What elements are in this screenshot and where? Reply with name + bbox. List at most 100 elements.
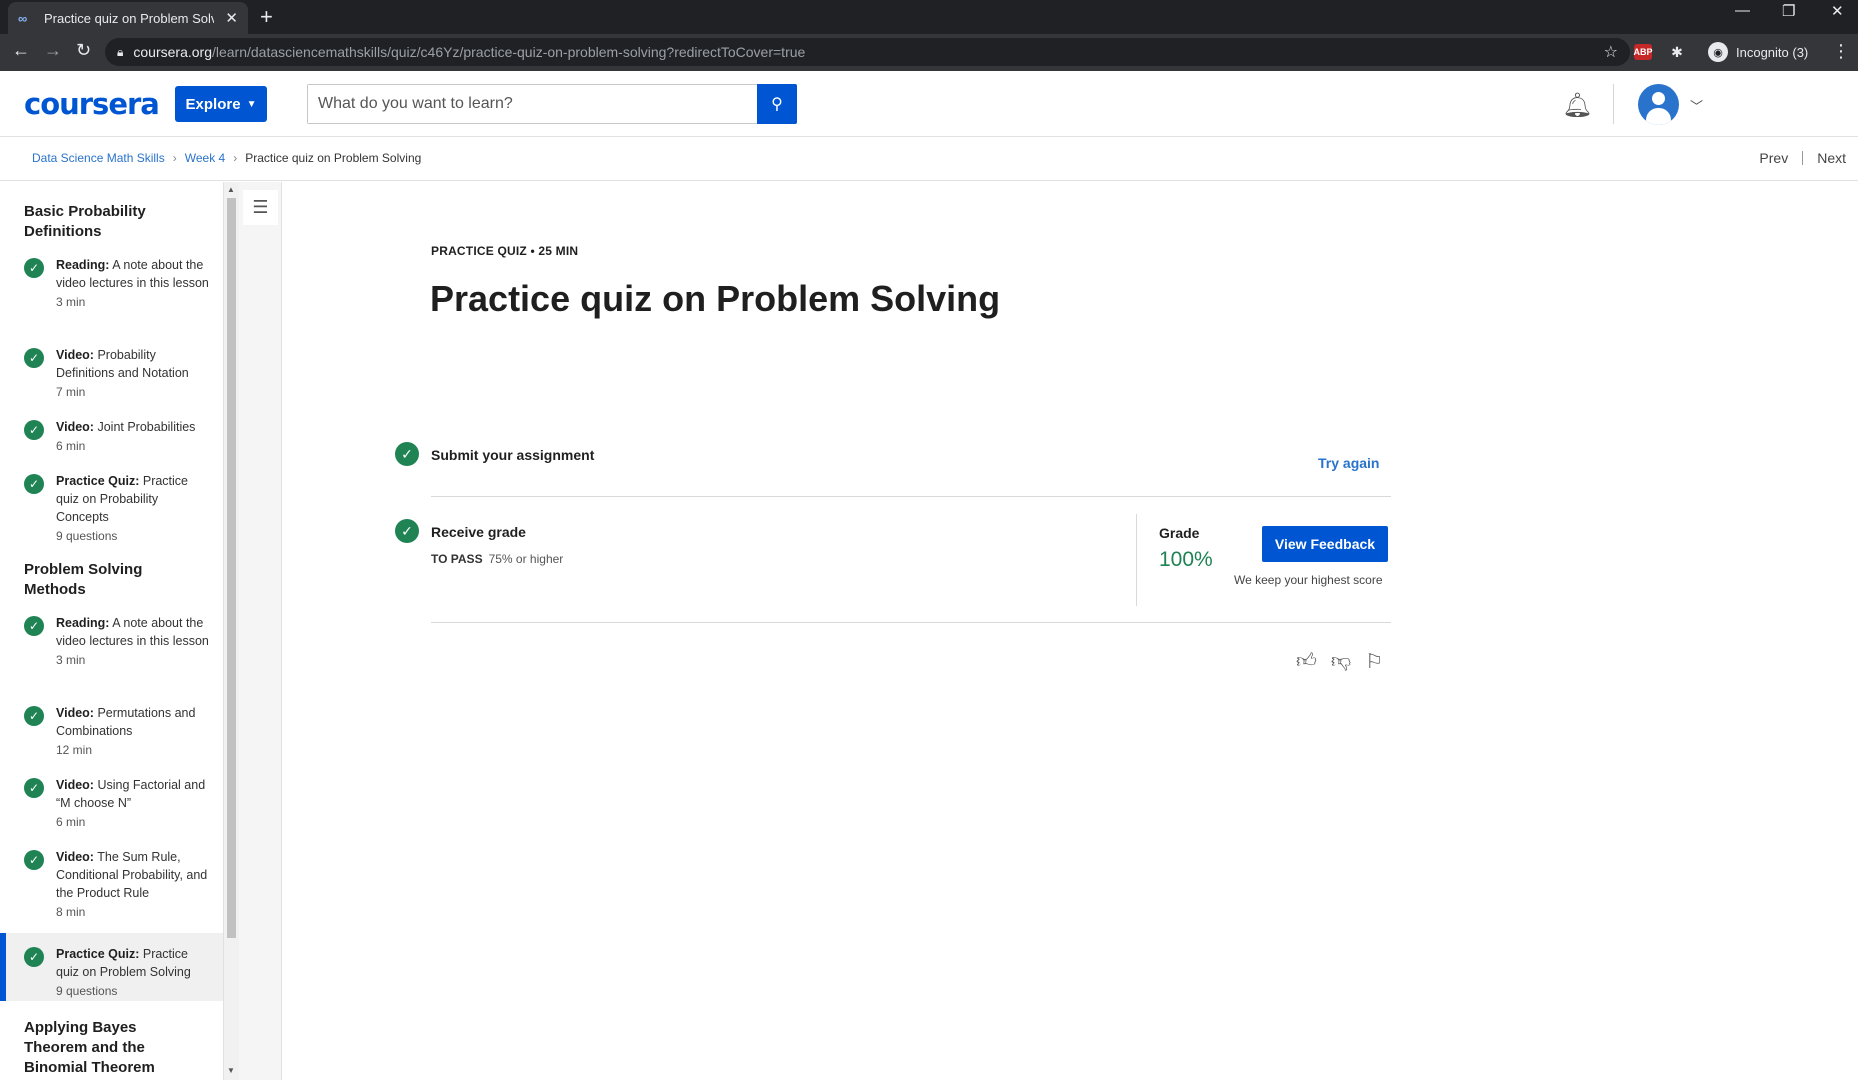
new-tab-icon[interactable]: + [260,4,273,30]
outline-item[interactable]: ✓ Video: Permutations and Combinations 1… [0,704,223,759]
restore-icon[interactable]: ❐ [1782,2,1795,20]
item-meta: 3 min [56,653,86,667]
incognito-profile[interactable]: ◉ Incognito (3) [1708,40,1808,64]
lock-icon: 🔒︎ [117,44,124,59]
course-outline-sidebar: Basic Probability Definitions ✓ Reading:… [0,182,224,1080]
browser-toolbar: ← → ↻ 🔒︎ coursera.org/learn/datasciencem… [0,34,1858,71]
item-type: Video: [56,706,94,720]
outline-item[interactable]: ✓ Video: Joint Probabilities 6 min [0,418,223,455]
completed-check-icon: ✓ [24,616,44,636]
divider [431,622,1391,623]
next-link[interactable]: Next [1817,150,1846,166]
explore-button[interactable]: Explore ▼ [175,86,267,122]
search-input[interactable] [308,85,748,123]
divider [431,496,1391,497]
item-meta: 6 min [56,439,86,453]
url-path: /learn/datasciencemathskills/quiz/c46Yz/… [211,44,806,60]
site-header: coursera Explore ▼ ⚲ 🔔︎ ﹀ [0,71,1858,137]
item-meta: 8 min [56,905,86,919]
minimize-icon[interactable]: — [1735,2,1750,19]
completed-check-icon: ✓ [395,519,419,543]
avatar-head [1652,92,1665,105]
item-type: Video: [56,420,94,434]
item-meta: 6 min [56,815,86,829]
outline-item[interactable]: ✓ Practice Quiz: Practice quiz on Probab… [0,472,223,545]
coursera-favicon-icon: ∞ [18,10,28,26]
search-box: ⚲ [307,84,797,124]
item-type: Reading: [56,616,110,630]
feedback-actions: 👍︎ 👎︎ ⚐ [1296,649,1383,674]
url-host: coursera.org [133,44,212,60]
outline-item-active[interactable]: ✓ Practice Quiz: Practice quiz on Proble… [0,933,223,1001]
completed-check-icon: ✓ [24,258,44,278]
section-title: Problem Solving Methods [24,561,143,598]
thumbs-up-icon[interactable]: 👍︎ [1296,649,1317,674]
incognito-label: Incognito (3) [1736,44,1809,60]
item-type: Practice Quiz: [56,947,140,961]
section-title: Applying Bayes Theorem and the Binomial … [24,1019,155,1076]
section-title: Basic Probability Definitions [24,203,146,240]
outline-item[interactable]: ✓ Video: Using Factorial and “M choose N… [0,776,223,831]
to-pass-value: 75% or higher [488,552,564,566]
to-pass-label: TO PASS [431,552,483,566]
adblock-extension-icon[interactable]: ABP [1634,44,1653,60]
breadcrumb-course[interactable]: Data Science Math Skills [32,151,165,165]
completed-check-icon: ✓ [24,850,44,870]
item-type: Video: [56,778,94,792]
incognito-icon: ◉ [1708,42,1728,62]
browser-menu-icon[interactable]: ⋮ [1832,41,1850,62]
item-meta: 7 min [56,385,86,399]
breadcrumb-bar: Data Science Math Skills › Week 4 › Prac… [0,137,1858,181]
chevron-down-icon[interactable]: ﹀ [1690,96,1703,115]
grade-divider [1136,514,1137,606]
to-pass-requirement: TO PASS 75% or higher [431,552,563,566]
explore-label: Explore [185,95,241,113]
notification-bell-icon[interactable]: 🔔︎ [1562,91,1592,120]
back-icon[interactable]: ← [12,40,30,61]
prev-next-nav: Prev Next [1759,150,1846,166]
close-icon[interactable]: ✕ [225,9,238,27]
breadcrumb: Data Science Math Skills › Week 4 › Prac… [32,151,421,165]
prev-link[interactable]: Prev [1759,150,1788,166]
avatar[interactable] [1638,84,1679,125]
completed-check-icon: ✓ [24,474,44,494]
scroll-up-icon[interactable]: ▲ [227,185,235,194]
reload-icon[interactable]: ↻ [76,40,91,61]
search-icon[interactable]: ⚲ [757,84,797,124]
flag-icon[interactable]: ⚐ [1365,649,1383,674]
try-again-link[interactable]: Try again [1318,455,1379,471]
breadcrumb-current: Practice quiz on Problem Solving [245,151,422,165]
item-type: Video: [56,850,94,864]
browser-tab[interactable]: ∞ Practice quiz on Problem Solving ✕ [8,2,248,34]
list-toggle-icon[interactable]: ☰ [243,190,278,225]
bookmark-star-icon[interactable]: ☆ [1604,42,1618,62]
grade-value: 100% [1159,548,1213,571]
thumbs-down-icon[interactable]: 👎︎ [1331,649,1351,674]
receive-grade-label: Receive grade [431,524,526,540]
close-window-icon[interactable]: ✕ [1831,2,1844,20]
forward-icon[interactable]: → [44,40,62,61]
item-type: Reading: [56,258,110,272]
coursera-logo[interactable]: coursera [24,87,160,121]
completed-check-icon: ✓ [24,348,44,368]
breadcrumb-week[interactable]: Week 4 [185,151,225,165]
item-meta: 9 questions [56,529,118,543]
browser-tabstrip: ∞ Practice quiz on Problem Solving ✕ + —… [0,0,1858,34]
outline-item[interactable]: ✓ Reading: A note about the video lectur… [0,256,223,311]
header-divider [1613,84,1614,124]
outline-item[interactable]: ✓ Video: The Sum Rule, Conditional Proba… [0,848,223,921]
sidebar-scrollbar[interactable]: ▲ ▼ [224,182,239,1080]
item-type: Video: [56,348,94,362]
chevron-right-icon: › [233,151,238,165]
outline-toggle-column: ☰ [239,182,282,1080]
item-meta: 3 min [56,295,86,309]
outline-item[interactable]: ✓ Reading: A note about the video lectur… [0,614,223,669]
address-bar[interactable]: 🔒︎ coursera.org/learn/datasciencemathski… [105,38,1630,66]
extension-icon[interactable]: ✱ [1668,44,1686,60]
scroll-down-icon[interactable]: ▼ [227,1066,235,1075]
item-name: Joint Probabilities [97,420,196,434]
view-feedback-button[interactable]: View Feedback [1262,526,1388,562]
scrollbar-thumb[interactable] [227,198,236,938]
outline-item[interactable]: ✓ Video: Probability Definitions and Not… [0,346,223,401]
grade-label: Grade [1159,525,1200,541]
